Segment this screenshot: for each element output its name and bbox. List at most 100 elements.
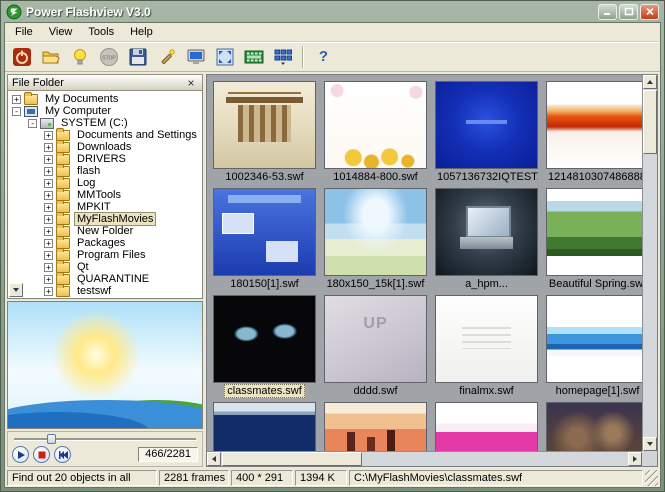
screen-button[interactable] bbox=[182, 44, 209, 70]
thumbnail-image[interactable] bbox=[213, 295, 316, 383]
thumbnail-item[interactable]: finalmx.swf bbox=[435, 295, 538, 398]
folder-icon bbox=[56, 130, 70, 141]
expander-icon[interactable]: + bbox=[44, 275, 53, 284]
thumbnail-item[interactable]: 180150[1].swf bbox=[213, 188, 316, 291]
thumbnail-item[interactable] bbox=[435, 402, 538, 451]
menu-file[interactable]: File bbox=[7, 24, 41, 40]
expander-icon[interactable]: + bbox=[44, 131, 53, 140]
expander-icon[interactable]: - bbox=[12, 107, 21, 116]
folder-icon bbox=[56, 238, 70, 249]
thumbnail-view-button[interactable] bbox=[269, 44, 296, 70]
thumbnail-item[interactable]: 1002346-53.swf bbox=[213, 81, 316, 184]
thumbnail-image[interactable] bbox=[546, 402, 642, 451]
playback-controls: 466/2281 bbox=[7, 431, 203, 467]
folder-panel-header: File Folder × bbox=[7, 74, 203, 91]
horizontal-scroll-thumb[interactable] bbox=[222, 452, 362, 466]
thumbnail-item[interactable]: Beautiful Spring.swf bbox=[546, 188, 642, 291]
rewind-button[interactable] bbox=[54, 446, 71, 463]
thumbnail-image[interactable] bbox=[546, 188, 642, 276]
thumbnail-item[interactable]: homepage[1].swf bbox=[546, 295, 642, 398]
expander-icon[interactable]: + bbox=[44, 227, 53, 236]
menu-help[interactable]: Help bbox=[122, 24, 161, 40]
close-button[interactable] bbox=[640, 4, 659, 20]
thumbnail-item[interactable]: 1014884-800.swf bbox=[324, 81, 427, 184]
thumbnail-image[interactable] bbox=[213, 81, 316, 169]
vertical-scrollbar[interactable] bbox=[642, 75, 657, 451]
expander-icon[interactable]: + bbox=[44, 179, 53, 188]
expander-icon[interactable]: + bbox=[44, 143, 53, 152]
exit-button[interactable] bbox=[8, 44, 35, 70]
thumbnail-image[interactable] bbox=[435, 295, 538, 383]
thumbnail-item[interactable] bbox=[546, 402, 642, 451]
tree-item-testswf[interactable]: + testswf bbox=[8, 285, 202, 297]
expander-icon[interactable]: - bbox=[28, 119, 37, 128]
thumbnail-label: a_hpm... bbox=[435, 277, 538, 291]
thumbnail-image[interactable] bbox=[435, 81, 538, 169]
minimize-button[interactable] bbox=[598, 4, 617, 20]
tree-scroll-down-button[interactable] bbox=[9, 283, 23, 297]
expander-icon[interactable]: + bbox=[44, 251, 53, 260]
seek-slider-thumb[interactable] bbox=[47, 434, 56, 444]
expander-icon[interactable]: + bbox=[44, 203, 53, 212]
resize-grip[interactable] bbox=[645, 470, 658, 486]
expander-icon[interactable]: + bbox=[44, 263, 53, 272]
thumbnail-image[interactable] bbox=[435, 402, 538, 451]
horizontal-scrollbar[interactable] bbox=[207, 451, 642, 466]
fullscreen-icon bbox=[215, 47, 235, 67]
thumbnail-item[interactable]: 1214810307486888c393... bbox=[546, 81, 642, 184]
scroll-left-button[interactable] bbox=[207, 452, 221, 466]
stop-button-toolbar[interactable]: STOP bbox=[95, 44, 122, 70]
filmstrip-button[interactable] bbox=[240, 44, 267, 70]
thumbnail-image[interactable] bbox=[324, 188, 427, 276]
help-button[interactable]: ? bbox=[310, 44, 337, 70]
window-body: File View Tools Help STOP ? File Folder … bbox=[4, 22, 661, 488]
seek-slider[interactable] bbox=[14, 433, 196, 445]
thumbnail-item-selected[interactable]: classmates.swf bbox=[213, 295, 316, 398]
expander-icon[interactable]: + bbox=[44, 239, 53, 248]
thumbnail-image[interactable] bbox=[546, 295, 642, 383]
preview-pane[interactable] bbox=[7, 301, 203, 429]
thumbnail-image[interactable] bbox=[546, 81, 642, 169]
open-folder-button[interactable] bbox=[37, 44, 64, 70]
menu-tools[interactable]: Tools bbox=[80, 24, 122, 40]
stop-icon: STOP bbox=[99, 47, 119, 67]
thumbnail-item[interactable]: UPdddd.swf bbox=[324, 295, 427, 398]
thumbnail-image[interactable] bbox=[435, 188, 538, 276]
expander-icon[interactable]: + bbox=[44, 287, 53, 296]
tree-item-flash[interactable]: +flash bbox=[8, 165, 202, 177]
grid-icon bbox=[273, 47, 293, 67]
tree-item-drivers[interactable]: +DRIVERS bbox=[8, 153, 202, 165]
vertical-scroll-thumb[interactable] bbox=[643, 90, 657, 154]
play-button[interactable] bbox=[12, 446, 29, 463]
thumbnail-item[interactable]: 1057136732IQTEST.swf bbox=[435, 81, 538, 184]
thumbnail-item[interactable] bbox=[213, 402, 316, 451]
expander-icon[interactable]: + bbox=[44, 191, 53, 200]
scroll-up-button[interactable] bbox=[643, 75, 657, 89]
fullscreen-button[interactable] bbox=[211, 44, 238, 70]
thumbnail-image[interactable] bbox=[213, 402, 316, 451]
save-button[interactable] bbox=[124, 44, 151, 70]
thumbnail-image[interactable] bbox=[324, 402, 427, 451]
thumbnail-item[interactable]: 180x150_15k[1].swf bbox=[324, 188, 427, 291]
expander-icon[interactable]: + bbox=[44, 167, 53, 176]
window-controls bbox=[598, 4, 659, 20]
thumbnail-image[interactable] bbox=[324, 81, 427, 169]
thumbnail-image[interactable] bbox=[213, 188, 316, 276]
thumbnail-item[interactable] bbox=[324, 402, 427, 451]
tree-item-label[interactable]: testswf bbox=[74, 284, 114, 298]
stop-button[interactable] bbox=[33, 446, 50, 463]
tools-button[interactable] bbox=[153, 44, 180, 70]
tree-item-program-files[interactable]: +Program Files bbox=[8, 249, 202, 261]
expander-icon[interactable]: + bbox=[44, 155, 53, 164]
thumbnail-item[interactable]: a_hpm... bbox=[435, 188, 538, 291]
expander-icon[interactable]: + bbox=[44, 215, 53, 224]
thumbnail-image[interactable]: UP bbox=[324, 295, 427, 383]
maximize-button[interactable] bbox=[619, 4, 638, 20]
scroll-right-button[interactable] bbox=[628, 452, 642, 466]
lamp-button[interactable] bbox=[66, 44, 93, 70]
menu-view[interactable]: View bbox=[41, 24, 81, 40]
titlebar[interactable]: Power Flashview V3.0 bbox=[4, 1, 661, 22]
expander-icon[interactable]: + bbox=[12, 95, 21, 104]
panel-close-button[interactable]: × bbox=[184, 77, 198, 89]
scroll-down-button[interactable] bbox=[643, 437, 657, 451]
